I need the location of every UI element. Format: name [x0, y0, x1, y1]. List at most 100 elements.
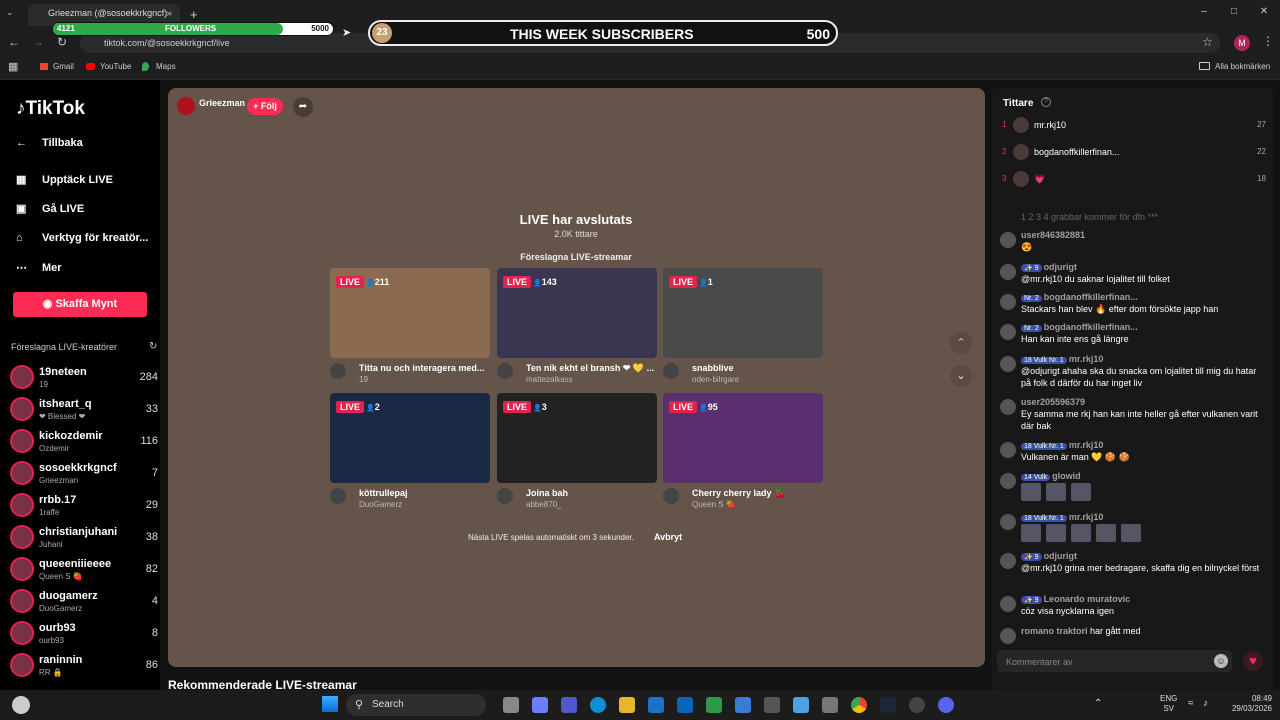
more-link[interactable]: ⋯ Mer: [16, 261, 62, 274]
avatar[interactable]: [1000, 232, 1016, 248]
new-tab-icon[interactable]: +: [190, 7, 198, 22]
start-windows-icon[interactable]: [322, 696, 338, 712]
stream-thumbnail[interactable]: LIVE 👤2: [330, 393, 490, 483]
forward-arrow-icon[interactable]: →: [32, 35, 44, 49]
close-window-icon[interactable]: ✕: [1252, 6, 1276, 22]
language-indicator[interactable]: ENG SV: [1160, 694, 1177, 714]
chat-username[interactable]: Leonardo muratovic: [1044, 594, 1131, 604]
creator-item[interactable]: 19neteen 19 284: [10, 365, 160, 395]
taskbar-search-box[interactable]: [346, 694, 486, 716]
avatar[interactable]: [1000, 356, 1016, 372]
discover-live-link[interactable]: ▦ Upptäck LIVE: [16, 173, 113, 186]
chat-username[interactable]: odjurigt: [1044, 551, 1078, 561]
stream-title[interactable]: Joina bah: [526, 488, 656, 498]
chat-username[interactable]: mr.rkj10: [1069, 354, 1104, 364]
bookmark-maps[interactable]: Maps: [156, 62, 176, 71]
stream-avatar[interactable]: [663, 363, 679, 379]
creator-tools-link[interactable]: ⌂ Verktyg för kreatör...: [16, 232, 148, 244]
copilot-icon[interactable]: [532, 697, 548, 713]
stream-avatar[interactable]: [330, 488, 346, 504]
chat-username[interactable]: mr.rkj10: [1069, 512, 1104, 522]
chat-username[interactable]: odjurigt: [1044, 262, 1078, 272]
viewer-name[interactable]: mr.rkj10: [1034, 120, 1066, 130]
viewer-name[interactable]: 💗: [1034, 174, 1045, 185]
creator-item[interactable]: raninnin RR 🔒 86: [10, 653, 160, 683]
creator-item[interactable]: sosoekkrkgncf Grieezman 7: [10, 461, 160, 491]
all-bookmarks[interactable]: Alla bokmärken: [1215, 62, 1270, 71]
chrome-icon[interactable]: [851, 697, 867, 713]
avatar[interactable]: [1000, 596, 1016, 612]
avatar[interactable]: [1000, 294, 1016, 310]
edge-icon[interactable]: [590, 697, 606, 713]
chevron-up-icon[interactable]: ⌃: [950, 332, 972, 354]
chat-username[interactable]: romano traktori: [1021, 626, 1088, 636]
stream-thumbnail[interactable]: LIVE 👤1: [663, 268, 823, 358]
avatar[interactable]: [1000, 442, 1016, 458]
chat-username[interactable]: user846382881: [1021, 230, 1085, 240]
stream-title[interactable]: Cherry cherry lady 🍒: [692, 488, 822, 499]
stream-avatar[interactable]: [497, 488, 513, 504]
stream-title[interactable]: Titta nu och interagera med...: [359, 363, 489, 373]
creator-item[interactable]: rrbb.17 1raffe 29: [10, 493, 160, 523]
tab-close-icon[interactable]: ×: [166, 9, 172, 20]
avatar[interactable]: [1000, 553, 1016, 569]
stream-title[interactable]: köttrullepaj: [359, 488, 489, 498]
chat-username[interactable]: glowid: [1052, 471, 1081, 481]
app-icon[interactable]: [764, 697, 780, 713]
avatar[interactable]: [1013, 144, 1029, 160]
host-avatar[interactable]: [177, 97, 195, 115]
tab-search-icon[interactable]: ⌄: [6, 7, 20, 21]
discord-icon[interactable]: [938, 697, 954, 713]
menu-dots-icon[interactable]: ⋮: [1262, 34, 1274, 48]
reload-icon[interactable]: ↻: [57, 35, 67, 49]
back-arrow-icon[interactable]: ←: [8, 35, 20, 49]
tiktok-logo[interactable]: ♪TikTok: [16, 98, 85, 120]
creator-item[interactable]: christianjuhani Juhani 38: [10, 525, 160, 555]
follow-button[interactable]: + Följ: [247, 98, 283, 115]
go-live-link[interactable]: ▣ Gå LIVE: [16, 202, 84, 215]
clock[interactable]: 08:49 29/03/2026: [1222, 694, 1272, 714]
chat-username[interactable]: bogdanoffkillerfinan...: [1044, 292, 1138, 302]
chat-username[interactable]: user205596379: [1021, 397, 1085, 407]
refresh-icon[interactable]: ↻: [149, 341, 157, 352]
obs-icon[interactable]: [909, 697, 925, 713]
cancel-autoplay-button[interactable]: Avbryt: [654, 532, 682, 542]
avatar[interactable]: [1000, 264, 1016, 280]
creator-item[interactable]: itsheart_q ❤ Blessed ❤ 33: [10, 397, 160, 427]
creator-item[interactable]: kickozdemir Ozdemir 116: [10, 429, 160, 459]
like-heart-icon[interactable]: ♥: [1243, 651, 1263, 671]
tray-chevron-icon[interactable]: ⌃: [1094, 698, 1102, 709]
stream-title[interactable]: snabblive: [692, 363, 822, 373]
weather-icon[interactable]: [12, 696, 30, 714]
store-icon[interactable]: [735, 697, 751, 713]
creator-item[interactable]: queeeniiieeee Queen S 🍓 82: [10, 557, 160, 587]
stream-thumbnail[interactable]: LIVE 👤3: [497, 393, 657, 483]
bookmark-gmail[interactable]: Gmail: [53, 62, 74, 71]
stream-avatar[interactable]: [497, 363, 513, 379]
volume-icon[interactable]: ♪: [1203, 698, 1208, 709]
avatar[interactable]: [1000, 324, 1016, 340]
minimize-icon[interactable]: –: [1192, 6, 1216, 22]
teams-icon[interactable]: [561, 697, 577, 713]
bookmark-star-icon[interactable]: ☆: [1202, 35, 1213, 49]
mail-icon[interactable]: [648, 697, 664, 713]
chat-username[interactable]: bogdanoffkillerfinan...: [1044, 322, 1138, 332]
photos-icon[interactable]: [793, 697, 809, 713]
store-bag-icon[interactable]: [822, 697, 838, 713]
shield-icon[interactable]: [706, 697, 722, 713]
creator-item[interactable]: duogamerz DuoGamerz 4: [10, 589, 160, 619]
avatar[interactable]: [1000, 514, 1016, 530]
avatar[interactable]: [1000, 399, 1016, 415]
creator-item[interactable]: ourb93 ourb93 8: [10, 621, 160, 651]
avatar[interactable]: [1013, 171, 1029, 187]
avatar[interactable]: [1000, 628, 1016, 644]
avatar[interactable]: [1000, 473, 1016, 489]
share-icon[interactable]: ➦: [293, 97, 313, 117]
chevron-down-icon[interactable]: ⌄: [950, 365, 972, 387]
host-name[interactable]: Grieezman: [199, 98, 245, 108]
apps-grid-icon[interactable]: ▦: [8, 60, 18, 73]
avatar[interactable]: [1013, 117, 1029, 133]
avatar[interactable]: M: [1234, 35, 1250, 51]
get-coins-button[interactable]: ◉ Skaffa Mynt: [13, 292, 147, 317]
network-icon[interactable]: ≈: [1188, 698, 1194, 709]
